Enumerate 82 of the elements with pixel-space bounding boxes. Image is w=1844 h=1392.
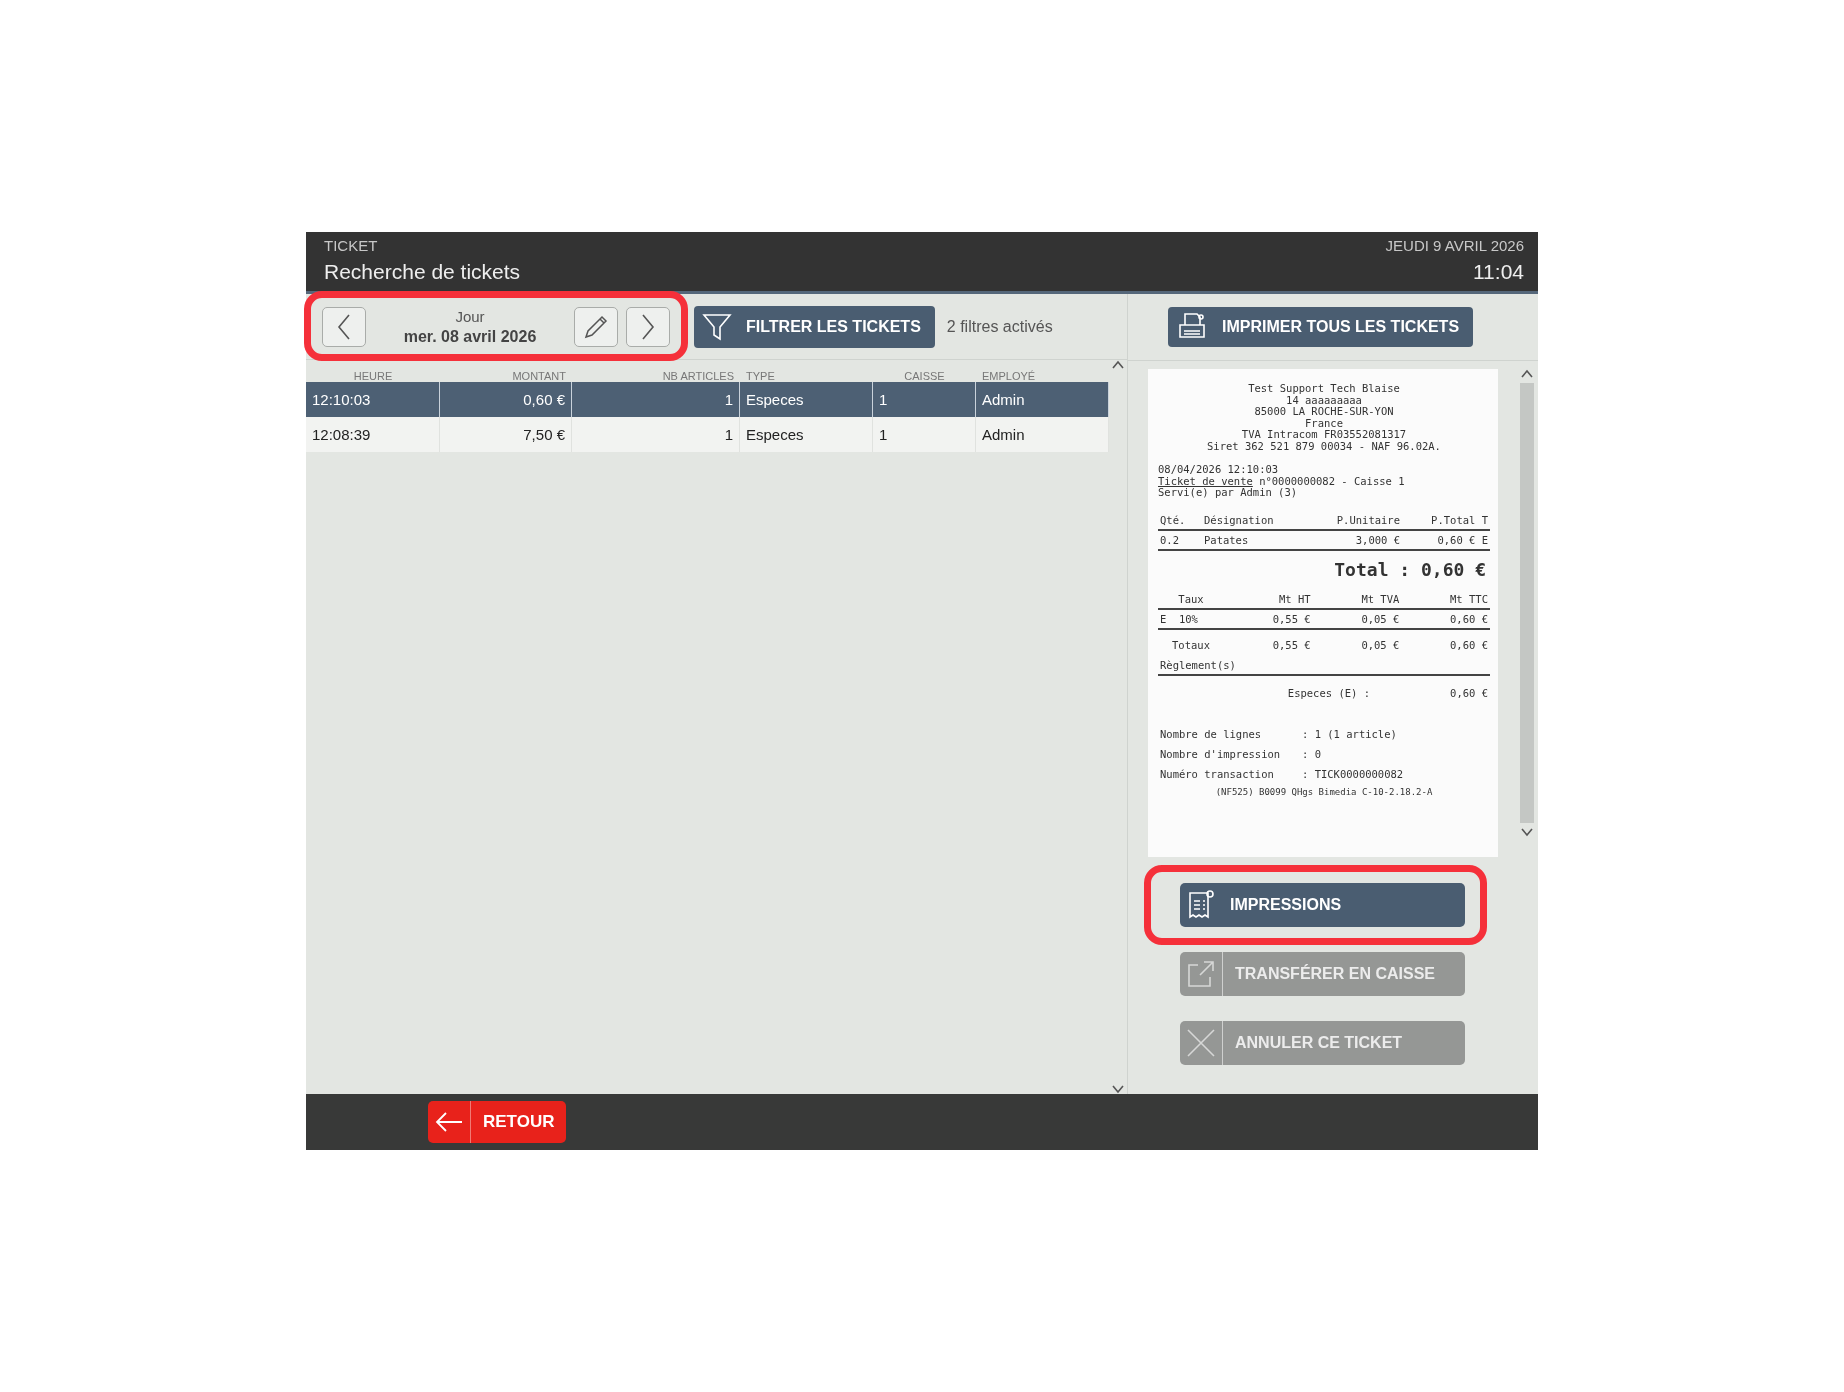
column-header: TYPE xyxy=(745,370,776,382)
receipt-column-header: Mt HT xyxy=(1278,592,1311,605)
receipt-cell-text: : 1 (1 article) xyxy=(1302,727,1398,740)
scroll-up-icon[interactable] xyxy=(1521,369,1533,379)
column-header: HEURE xyxy=(352,370,394,382)
receipt-column-header: Mt TTC xyxy=(1449,592,1488,605)
receipt-line: TVA Intracom FR03552081317 xyxy=(1240,429,1408,441)
receipt-column-header: P.Unitaire xyxy=(1335,513,1400,526)
scrollbar-thumb[interactable] xyxy=(1520,383,1534,823)
receipt-cell-text: E 10% xyxy=(1160,612,1199,625)
column-header: NB ARTICLES xyxy=(661,370,735,382)
table-cell: 1 xyxy=(572,417,740,452)
receipt-cell-text: Numéro transaction xyxy=(1160,767,1275,780)
receipt-cell-text: 0,55 € xyxy=(1271,638,1311,651)
receipt-cell-text: 0,55 € xyxy=(1271,612,1311,625)
receipt-cell-text: : TICK0000000082 xyxy=(1302,767,1405,780)
table-cell: 7,50 € xyxy=(440,417,572,452)
section-label: TICKET xyxy=(324,237,378,254)
print-all-button[interactable]: IMPRIMER TOUS LES TICKETS xyxy=(1168,307,1474,347)
action-button[interactable]: IMPRESSIONS xyxy=(1180,883,1465,927)
receipt-cell-text: Nombre de lignes xyxy=(1160,727,1263,740)
receipt-cell-text: Patates xyxy=(1204,533,1250,546)
receipt-cell-text: 0,60 € xyxy=(1449,612,1488,625)
table-cell: Especes xyxy=(740,417,873,452)
scroll-up-icon[interactable] xyxy=(1112,360,1124,370)
receipt-line: Ticket de vente n°0000000082 - Caisse 1 xyxy=(1158,475,1406,487)
receipt-line: Siret 362 521 879 00034 - NAF 96.02A. xyxy=(1206,440,1442,452)
receipt-column-header: Désignation xyxy=(1204,513,1275,526)
chevron-right-icon xyxy=(641,313,655,340)
receipt-cell-text: 0,05 € xyxy=(1360,612,1400,625)
ticket-row[interactable]: 12:10:03 0,60 € 1 Especes 1 Admin xyxy=(306,382,1109,417)
arrow-left-icon xyxy=(434,1111,464,1133)
receipt-column-header: Qté. xyxy=(1160,513,1187,526)
filter-tickets-button[interactable]: FILTRER LES TICKETS xyxy=(694,305,935,348)
period-label: Jour xyxy=(455,307,485,325)
receipt-line: 14 aaaaaaaaa xyxy=(1286,394,1363,406)
table-cell: 12:08:39 xyxy=(306,417,440,452)
previous-day-button[interactable] xyxy=(322,306,366,347)
receipt-cell-text: 0,05 € xyxy=(1360,638,1400,651)
pencil-icon xyxy=(583,313,609,340)
receipt-cell-text: Nombre d'impression xyxy=(1160,747,1282,760)
receipt-icon xyxy=(1186,889,1216,921)
filter-status: 2 filtres activés xyxy=(946,317,1053,336)
receipt-cell-text: 3,000 € xyxy=(1354,533,1400,546)
table-cell: 1 xyxy=(873,417,976,452)
receipt-line: Test Support Tech Blaise xyxy=(1247,383,1401,395)
current-time: 11:04 xyxy=(1473,260,1524,284)
receipt-cell-text: Especes (E) : xyxy=(1286,686,1371,699)
external-link-icon xyxy=(1186,959,1216,989)
receipt-cell-text: Totaux xyxy=(1171,638,1211,651)
column-header: EMPLOYÉ xyxy=(981,370,1037,382)
filter-icon xyxy=(702,312,732,341)
scroll-down-icon[interactable] xyxy=(1112,1084,1124,1094)
sale-ticket-link[interactable]: Ticket de vente xyxy=(1158,474,1253,487)
receipt-column-header: P.Total T xyxy=(1430,513,1488,526)
receipt-cell-text: : 0 xyxy=(1302,747,1322,760)
back-button[interactable]: RETOUR xyxy=(428,1101,566,1143)
receipt-line: 85000 LA ROCHE-SUR-YON xyxy=(1253,406,1395,418)
selected-date: mer. 08 avril 2026 xyxy=(403,327,537,346)
column-header: MONTANT xyxy=(511,370,567,382)
receipt-cell-text: 0,60 € E xyxy=(1436,533,1488,546)
receipt-column-header: Mt TVA xyxy=(1360,592,1400,605)
screen-title: Recherche de tickets xyxy=(324,260,521,284)
table-cell: Admin xyxy=(976,417,1109,452)
chevron-left-icon xyxy=(337,313,351,340)
column-header: CAISSE xyxy=(903,370,946,382)
ticket-row[interactable]: 12:08:39 7,50 € 1 Especes 1 Admin xyxy=(306,417,1109,452)
receipt-cell-text: 0.2 xyxy=(1160,533,1180,546)
receipt-line: Règlement(s) xyxy=(1160,658,1237,671)
receipt-total: Total : 0,60 € xyxy=(1333,558,1486,580)
next-day-button[interactable] xyxy=(626,306,670,347)
current-date: JEUDI 9 AVRIL 2026 xyxy=(1385,237,1524,254)
receipt-cell-text: 0,60 € xyxy=(1449,638,1488,651)
close-icon xyxy=(1186,1028,1216,1058)
edit-date-button[interactable] xyxy=(574,306,618,347)
receipt-column-header: Taux xyxy=(1177,592,1205,605)
receipt-line: France xyxy=(1304,417,1344,429)
receipt-line: 08/04/2026 12:10:03 xyxy=(1158,464,1280,476)
receipt-cell-text: 0,60 € xyxy=(1449,686,1488,699)
scroll-down-icon[interactable] xyxy=(1521,827,1533,837)
receipt-line: (NF525) B0099 QHgs Bimedia C-10-2.18.2-A xyxy=(1214,786,1434,798)
receipt-line: Servi(e) par Admin (3) xyxy=(1158,487,1299,499)
